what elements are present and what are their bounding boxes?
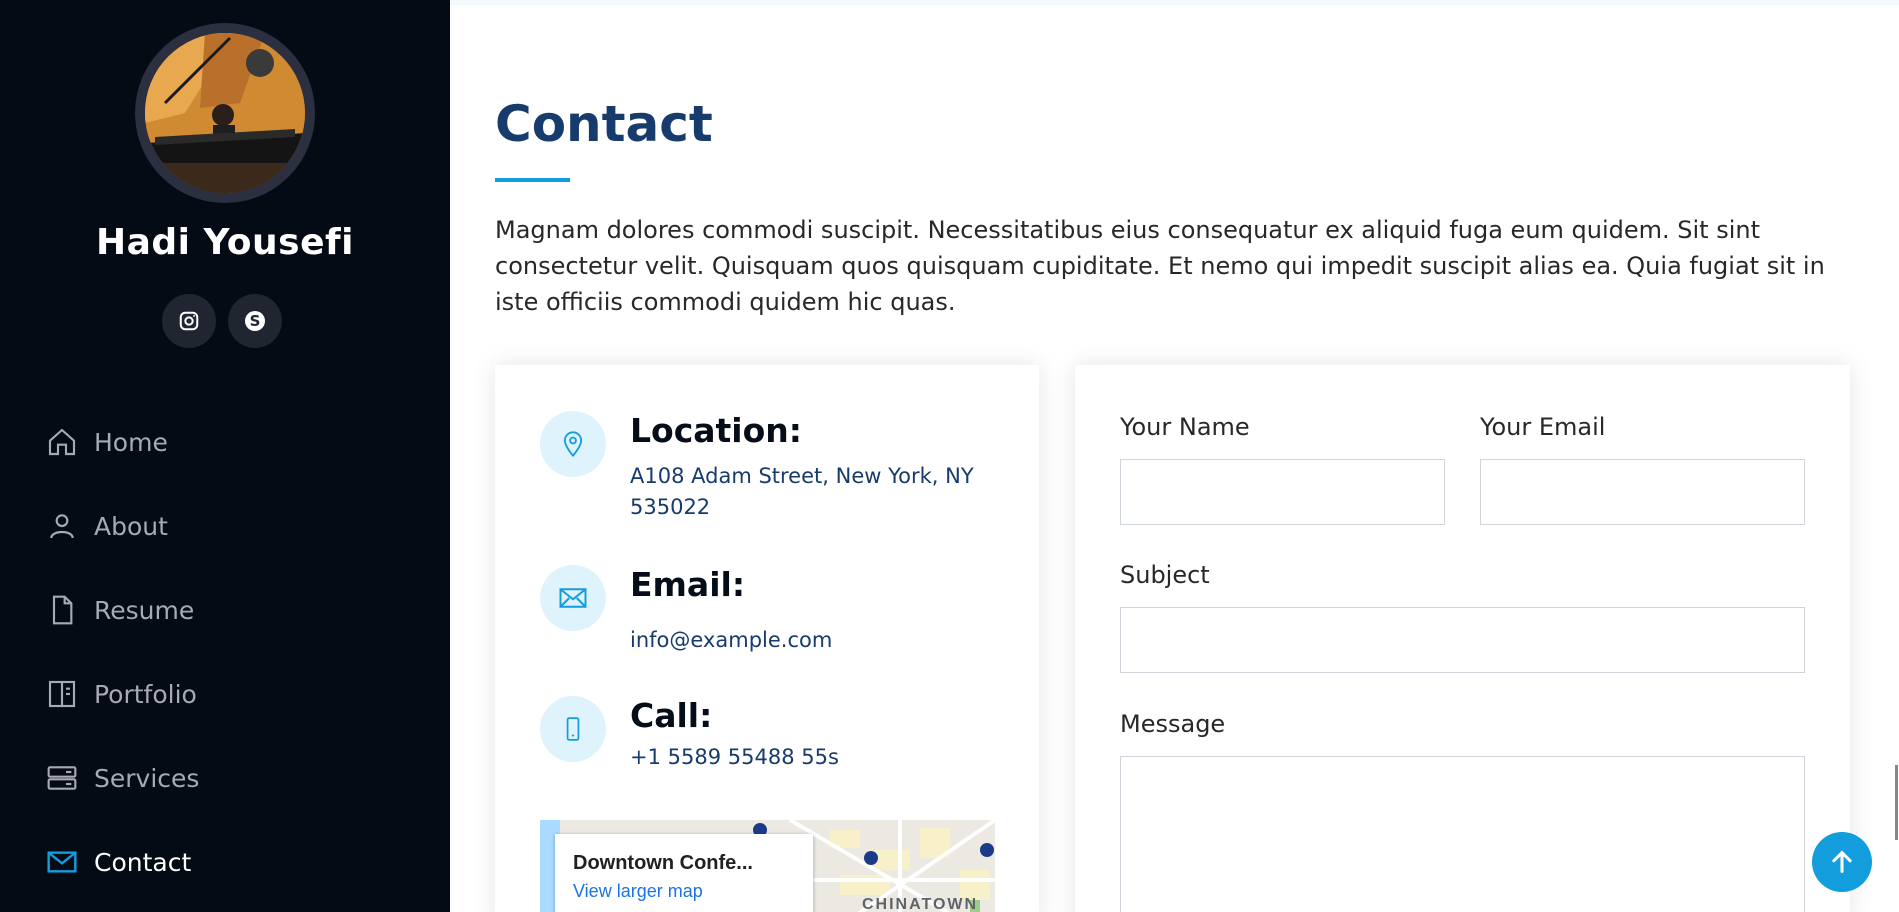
instagram-icon bbox=[179, 311, 199, 331]
email-text[interactable]: info@example.com bbox=[630, 625, 990, 656]
message-textarea[interactable] bbox=[1120, 756, 1805, 912]
scrollbar-thumb[interactable] bbox=[1895, 765, 1898, 840]
nav-item-label: Resume bbox=[94, 595, 195, 625]
location-icon bbox=[540, 411, 606, 477]
section-intro: Magnam dolores commodi suscipit. Necessi… bbox=[495, 216, 1825, 316]
top-divider bbox=[450, 0, 1899, 5]
person-icon bbox=[50, 514, 74, 539]
nav-item-services[interactable]: Services bbox=[46, 736, 199, 820]
avatar bbox=[135, 23, 315, 203]
book-half-icon bbox=[48, 680, 76, 708]
arrow-up-icon bbox=[1832, 850, 1852, 873]
email-label: Your Email bbox=[1480, 413, 1606, 441]
profile-name: Hadi Yousefi bbox=[95, 222, 355, 263]
svg-text:S: S bbox=[250, 312, 261, 330]
skype-icon: S bbox=[245, 311, 265, 331]
home-icon bbox=[48, 428, 76, 456]
envelope-icon bbox=[47, 851, 77, 873]
file-icon bbox=[52, 595, 73, 625]
nav-item-home[interactable]: Home bbox=[46, 400, 199, 484]
phone-icon bbox=[540, 696, 606, 762]
instagram-button[interactable] bbox=[162, 294, 216, 348]
nav-item-resume[interactable]: Resume bbox=[46, 568, 199, 652]
server-icon bbox=[47, 766, 77, 790]
nav-item-label: Home bbox=[94, 427, 168, 457]
name-label: Your Name bbox=[1120, 413, 1250, 441]
nav-item-contact[interactable]: Contact bbox=[46, 820, 199, 904]
contact-info-card: Location: A108 Adam Street, New York, NY… bbox=[495, 365, 1039, 912]
map-area-label: CHINATOWN bbox=[862, 896, 979, 912]
map-place-name: Downtown Confe... bbox=[573, 852, 753, 874]
nav-item-portfolio[interactable]: Portfolio bbox=[46, 652, 199, 736]
nav-menu: Home About Resume Portfolio Services Con… bbox=[46, 400, 199, 904]
message-label: Message bbox=[1120, 710, 1226, 738]
call-heading: Call: bbox=[630, 696, 713, 735]
view-larger-map-link[interactable]: View larger map bbox=[573, 881, 795, 902]
title-underline bbox=[495, 178, 570, 182]
map-info-box: Downtown Confe... View larger map bbox=[555, 834, 813, 912]
embedded-map[interactable]: Downtown Confe... View larger map CHINAT… bbox=[540, 820, 995, 912]
email-heading: Email: bbox=[630, 565, 746, 604]
email-icon bbox=[540, 565, 606, 631]
social-links: S bbox=[162, 294, 282, 348]
subject-label: Subject bbox=[1120, 561, 1210, 589]
nav-item-about[interactable]: About bbox=[46, 484, 199, 568]
email-input[interactable] bbox=[1480, 459, 1805, 525]
call-text[interactable]: +1 5589 55488 55s bbox=[630, 742, 990, 773]
nav-item-label: Contact bbox=[94, 847, 192, 877]
profile-photo bbox=[145, 33, 305, 193]
location-heading: Location: bbox=[630, 411, 802, 450]
name-input[interactable] bbox=[1120, 459, 1445, 525]
section-title: Contact bbox=[495, 95, 713, 153]
subject-input[interactable] bbox=[1120, 607, 1805, 673]
nav-item-label: About bbox=[94, 511, 168, 541]
contact-form: Your Name Your Email Subject Message bbox=[1075, 365, 1850, 912]
back-to-top-button[interactable] bbox=[1812, 832, 1872, 892]
sidebar: Hadi Yousefi S Home About Resume Portfol… bbox=[0, 0, 450, 912]
location-text: A108 Adam Street, New York, NY 535022 bbox=[630, 464, 974, 519]
nav-item-label: Portfolio bbox=[94, 679, 197, 709]
nav-item-label: Services bbox=[94, 763, 200, 793]
skype-button[interactable]: S bbox=[228, 294, 282, 348]
